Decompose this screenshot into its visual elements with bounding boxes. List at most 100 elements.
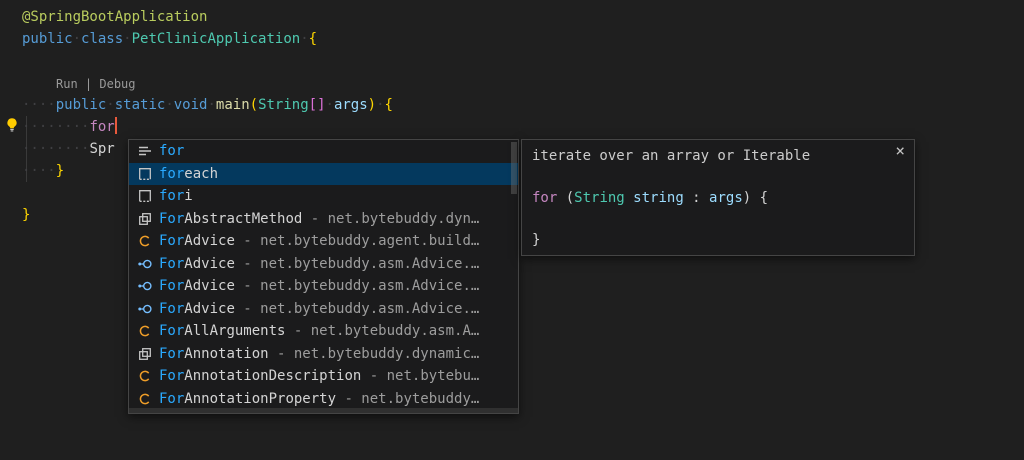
suggest-item[interactable]: ForAdvice - net.bytebuddy.asm.Advice.… — [129, 275, 518, 298]
suggest-item-description: - net.bytebuddy.asm.Advice.… — [235, 256, 479, 272]
docs-summary: iterate over an array or Iterable — [532, 146, 904, 167]
suggest-item-label: ForAnnotationProperty — [159, 391, 336, 407]
suggest-item-description: - net.bytebu… — [361, 368, 479, 384]
suggest-item-label: ForAbstractMethod — [159, 211, 302, 227]
symbol-snippet-icon — [137, 188, 153, 204]
code-token: static — [115, 97, 166, 113]
text-caret — [115, 117, 117, 134]
suggest-item-label: for — [159, 143, 184, 159]
code-token: for — [89, 119, 114, 135]
codelens-run-link[interactable]: Run — [56, 77, 78, 91]
suggest-item-label: ForAdvice — [159, 301, 235, 317]
code-token: ) { — [743, 190, 768, 206]
suggest-item-description: - net.bytebuddy.asm.Advice.… — [235, 278, 479, 294]
code-token: · — [106, 97, 114, 113]
line-empty[interactable] — [22, 50, 393, 72]
code-token: void — [174, 97, 208, 113]
docs-code: for (String string : args) {} — [532, 188, 904, 251]
suggest-item[interactable]: ForAnnotationDescription - net.bytebu… — [129, 365, 518, 388]
code-token: @SpringBootApplication — [22, 9, 207, 25]
code-token: String — [574, 190, 625, 206]
code-token: · — [326, 97, 334, 113]
suggest-item-label: fori — [159, 188, 193, 204]
symbol-class-icon — [137, 391, 153, 407]
suggest-item[interactable]: ForAbstractMethod - net.bytebuddy.dyn… — [129, 208, 518, 231]
suggest-vertical-scrollbar[interactable] — [511, 142, 517, 194]
suggest-item-description: - net.bytebuddy.dynamic… — [269, 346, 480, 362]
code-token: class — [81, 31, 123, 47]
suggest-horizontal-scrollbar[interactable] — [129, 408, 518, 413]
suggest-item[interactable]: ForAllArguments - net.bytebuddy.asm.A… — [129, 320, 518, 343]
close-icon[interactable]: × — [895, 143, 905, 159]
symbol-interface-icon — [137, 301, 153, 317]
code-token: } — [56, 163, 64, 179]
line-main-declaration[interactable]: ····public·static·void·main(String[]·arg… — [22, 94, 393, 116]
symbol-interface-icon — [137, 256, 153, 272]
code-token: PetClinicApplication — [132, 31, 301, 47]
symbol-interface-icon — [137, 278, 153, 294]
symbol-value-icon — [137, 346, 153, 362]
suggest-item-description: - net.bytebuddy.asm.Advice.… — [235, 301, 479, 317]
code-token: String — [258, 97, 309, 113]
suggest-item-label: ForAnnotationDescription — [159, 368, 361, 384]
code-token: ( — [557, 190, 574, 206]
suggest-item-description: - net.bytebuddy.dyn… — [302, 211, 479, 227]
docs-code-line: for (String string : args) { — [532, 188, 904, 209]
symbol-class-icon — [137, 323, 153, 339]
symbol-class-icon — [137, 233, 153, 249]
code-token: public — [56, 97, 107, 113]
codelens-separator: | — [78, 77, 100, 91]
code-token: [] — [309, 97, 326, 113]
codelens: Run | Debug — [22, 72, 393, 94]
suggest-item[interactable]: for — [129, 140, 518, 163]
code-token: ) — [368, 97, 376, 113]
suggest-item[interactable]: ForAdvice - net.bytebuddy.asm.Advice.… — [129, 298, 518, 321]
code-token — [625, 190, 633, 206]
code-token: · — [73, 31, 81, 47]
suggest-item[interactable]: ForAdvice - net.bytebuddy.agent.build… — [129, 230, 518, 253]
code-token: args — [709, 190, 743, 206]
suggest-item[interactable]: ForAnnotation - net.bytebuddy.dynamic… — [129, 343, 518, 366]
suggest-item-label: ForAdvice — [159, 233, 235, 249]
line-for-typed[interactable]: ········for — [22, 116, 393, 138]
suggest-item[interactable]: foreach — [129, 163, 518, 186]
code-token: · — [165, 97, 173, 113]
code-token: { — [309, 31, 317, 47]
suggest-item[interactable]: ForAdvice - net.bytebuddy.asm.Advice.… — [129, 253, 518, 276]
symbol-value-icon — [137, 211, 153, 227]
code-token: · — [300, 31, 308, 47]
code-token: for — [532, 190, 557, 206]
suggest-item-label: ForAdvice — [159, 278, 235, 294]
lightbulb-icon[interactable] — [4, 117, 20, 133]
code-token: } — [532, 232, 540, 248]
code-token: ········ — [22, 141, 89, 157]
suggest-item[interactable]: fori — [129, 185, 518, 208]
code-token: public — [22, 31, 73, 47]
code-token: args — [334, 97, 368, 113]
suggest-item-label: ForAllArguments — [159, 323, 285, 339]
line-annotation[interactable]: @SpringBootApplication — [22, 6, 393, 28]
suggest-list: for foreach fori ForAbstractMethod - net.by… — [129, 140, 518, 408]
code-token: string — [633, 190, 684, 206]
codelens-debug-link[interactable]: Debug — [99, 77, 135, 91]
code-token: ········ — [22, 119, 89, 135]
docs-panel: × iterate over an array or Iterable for … — [521, 139, 915, 256]
code-token: { — [385, 97, 393, 113]
suggest-item[interactable]: ForAnnotationProperty - net.bytebuddy… — [129, 388, 518, 409]
code-token: ···· — [22, 97, 56, 113]
suggest-item-description: - net.bytebuddy… — [336, 391, 479, 407]
code-token: main — [216, 97, 250, 113]
suggest-item-description: - net.bytebuddy.agent.build… — [235, 233, 479, 249]
code-token: · — [123, 31, 131, 47]
code-token: · — [207, 97, 215, 113]
suggest-item-label: foreach — [159, 166, 218, 182]
line-class-declaration[interactable]: public·class·PetClinicApplication·{ — [22, 28, 393, 50]
suggest-widget: for foreach fori ForAbstractMethod - net.by… — [128, 139, 519, 414]
symbol-snippet-icon — [137, 166, 153, 182]
docs-code-line: } — [532, 230, 904, 251]
symbol-class-icon — [137, 368, 153, 384]
code-token: : — [684, 190, 709, 206]
code-editor-window: @SpringBootApplicationpublic·class·PetCl… — [0, 0, 1024, 460]
suggest-item-description: - net.bytebuddy.asm.A… — [285, 323, 479, 339]
code-token: ( — [250, 97, 258, 113]
